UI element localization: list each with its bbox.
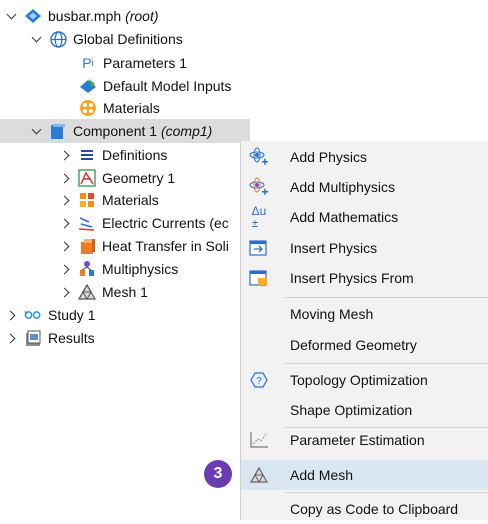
tree-item-root[interactable]: busbar.mph (root) [6,5,159,27]
chevron-right-icon[interactable] [6,309,18,321]
tree-label: Definitions [102,147,168,163]
tree-label: Heat Transfer in Soli [102,238,229,254]
study-icon [24,306,42,324]
menu-label: Add Multiphysics [290,179,396,195]
menu-label: Deformed Geometry [290,337,417,353]
mesh-icon [78,283,96,301]
menu-item-parameter-estimation[interactable]: Parameter Estimation [241,425,488,455]
chevron-down-icon[interactable] [31,125,43,137]
electric-currents-icon [78,214,96,232]
tree-label: Electric Currents (ec [102,215,229,231]
chevron-right-icon[interactable] [6,332,18,344]
tree-item-heat-transfer[interactable]: Heat Transfer in Soli [60,235,229,257]
chevron-right-icon[interactable] [60,194,72,206]
menu-label: Shape Optimization [290,402,413,418]
tree-item-materials-global[interactable]: Materials [73,97,160,119]
menu-label: Add Mathematics [290,209,399,225]
menu-item-shape-optimization[interactable]: Shape Optimization [241,395,488,425]
tree-label: Global Definitions [73,31,183,47]
tree-item-electric-currents[interactable]: Electric Currents (ec [60,212,229,234]
menu-separator [285,297,488,298]
tree-item-default-model-inputs[interactable]: Default Model Inputs [73,75,231,97]
chevron-down-icon[interactable] [31,33,43,45]
model-root-icon [24,7,42,25]
tree-label: Materials [102,192,159,208]
tree-item-definitions[interactable]: Definitions [60,144,167,166]
tree-item-global-definitions[interactable]: Global Definitions [31,28,183,50]
tree-label: Parameters 1 [103,55,188,71]
results-icon [24,329,42,347]
globe-icon [49,30,67,48]
chevron-right-icon[interactable] [60,286,72,298]
topology-optimization-icon: ? [249,370,269,390]
menu-label: Insert Physics From [290,270,414,286]
insert-physics-icon [249,238,269,258]
tree-label: Mesh 1 [102,284,148,300]
menu-item-add-multiphysics[interactable]: Add Multiphysics [241,172,488,202]
parameters-icon: Pi [82,55,94,71]
chevron-right-icon[interactable] [60,172,72,184]
menu-label: Insert Physics [290,240,378,256]
root-tag: (root) [125,8,159,24]
tree-label: Study 1 [48,307,96,323]
tree-label: Geometry 1 [102,170,176,186]
menu-separator [285,492,488,493]
menu-separator [285,363,488,364]
tree-label: Multiphysics [102,261,179,277]
mesh-icon [249,465,269,485]
materials-icon [79,99,97,117]
root-name: busbar.mph [48,8,122,24]
menu-item-moving-mesh[interactable]: Moving Mesh [241,299,488,329]
multiphysics-icon [78,260,96,278]
chevron-right-icon[interactable] [60,149,72,161]
menu-label: Copy as Code to Clipboard [290,501,459,517]
menu-item-add-mesh[interactable]: Add Mesh [241,460,488,490]
menu-item-topology-optimization[interactable]: ? Topology Optimization [241,365,488,395]
heat-transfer-icon [78,237,96,255]
menu-label: Parameter Estimation [290,432,425,448]
menu-item-add-mathematics[interactable]: Δu ± Add Mathematics [241,202,488,232]
tree-item-multiphysics[interactable]: Multiphysics [60,258,178,280]
menu-label: Topology Optimization [290,372,428,388]
definitions-icon [78,146,96,164]
chevron-right-icon[interactable] [60,263,72,275]
tree-item-component[interactable]: Component 1 (comp1) [31,120,212,142]
component-tag: (comp1) [160,123,213,139]
menu-item-add-physics[interactable]: Add Physics [241,142,488,172]
tree-item-parameters[interactable]: Pi Parameters 1 [73,52,187,74]
context-menu: Add Physics Add Multiphysics Δu ± Add Mat… [240,141,488,520]
tree-label: Default Model Inputs [103,78,232,94]
tree-item-geometry[interactable]: Geometry 1 [60,167,175,189]
chevron-right-icon[interactable] [60,240,72,252]
add-multiphysics-icon [249,177,269,197]
add-physics-icon [249,147,269,167]
add-mathematics-icon: Δu ± [251,204,267,230]
menu-label: Add Mesh [290,467,354,483]
tree-item-mesh[interactable]: Mesh 1 [60,281,148,303]
menu-label: Moving Mesh [290,306,374,322]
tree-item-materials[interactable]: Materials [60,189,159,211]
chevron-down-icon[interactable] [6,10,18,22]
materials-grid-icon [78,191,96,209]
component-icon [49,122,67,140]
menu-item-insert-physics-from[interactable]: Insert Physics From [241,263,488,293]
tree-item-study[interactable]: Study 1 [6,304,95,326]
model-inputs-icon [79,77,97,95]
menu-label: Add Physics [290,149,368,165]
menu-item-deformed-geometry[interactable]: Deformed Geometry [241,330,488,360]
svg-text:?: ? [256,376,262,387]
tree-item-results[interactable]: Results [6,327,95,349]
step-badge: 3 [204,460,232,488]
insert-physics-from-icon [249,268,269,288]
component-name: Component 1 [73,123,158,139]
tree-label: Materials [103,100,160,116]
menu-item-insert-physics[interactable]: Insert Physics [241,233,488,263]
parameter-estimation-icon [249,430,269,450]
chevron-right-icon[interactable] [60,217,72,229]
tree-label: Results [48,330,95,346]
geometry-icon [78,169,96,187]
